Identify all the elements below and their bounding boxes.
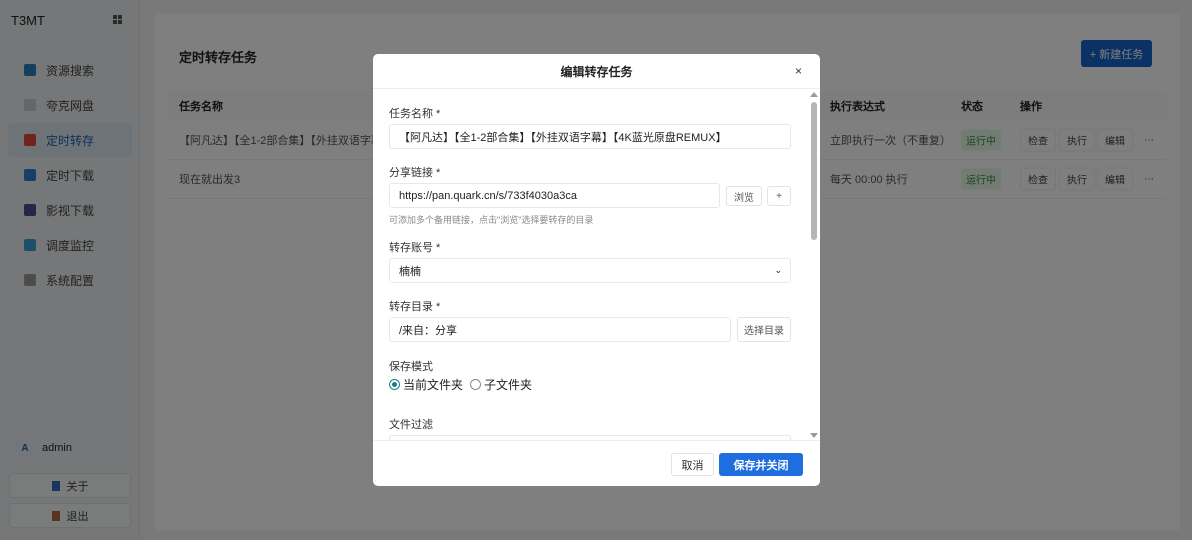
- scroll-down-icon[interactable]: [810, 433, 818, 438]
- browse-button[interactable]: 浏览: [726, 186, 762, 206]
- add-link-button[interactable]: +: [767, 186, 791, 206]
- dir-label: 转存目录 *: [389, 301, 441, 313]
- modal-title: 编辑转存任务: [373, 54, 820, 89]
- modal-scrollbar[interactable]: [810, 90, 818, 440]
- scroll-thumb[interactable]: [811, 102, 817, 240]
- radio-unchecked-icon: [470, 379, 481, 390]
- mode-current-radio[interactable]: 当前文件夹: [389, 376, 463, 393]
- modal-footer: 取消 保存并关闭: [373, 440, 820, 486]
- mode-sub-label: 子文件夹: [484, 378, 533, 392]
- modal-body: 任务名称 * 【阿凡达】【全1-2部合集】【外挂双语字幕】【4K蓝光原盘REMU…: [373, 90, 820, 440]
- cancel-button[interactable]: 取消: [671, 453, 714, 476]
- share-link-input[interactable]: https://pan.quark.cn/s/733f4030a3ca: [389, 183, 720, 208]
- chevron-down-icon: ⌄: [774, 265, 782, 275]
- filter-label: 文件过滤: [389, 419, 433, 431]
- mode-sub-radio[interactable]: 子文件夹: [470, 376, 532, 393]
- account-value: 楠楠: [399, 265, 421, 278]
- edit-task-modal: 编辑转存任务 × 任务名称 * 【阿凡达】【全1-2部合集】【外挂双语字幕】【4…: [373, 54, 820, 486]
- share-link-label: 分享链接 *: [389, 167, 441, 179]
- close-icon[interactable]: ×: [795, 64, 802, 78]
- task-name-label: 任务名称 *: [389, 108, 441, 120]
- account-label: 转存账号 *: [389, 242, 441, 254]
- save-close-button[interactable]: 保存并关闭: [719, 453, 803, 476]
- account-select[interactable]: 楠楠 ⌄: [389, 258, 791, 283]
- task-name-input[interactable]: 【阿凡达】【全1-2部合集】【外挂双语字幕】【4K蓝光原盘REMUX】: [389, 124, 791, 149]
- choose-dir-button[interactable]: 选择目录: [737, 317, 791, 342]
- share-hint: 可添加多个备用链接，点击"浏览"选择要转存的目录: [389, 215, 594, 225]
- scroll-up-icon[interactable]: [810, 92, 818, 97]
- mode-label: 保存模式: [389, 361, 433, 373]
- mode-current-label: 当前文件夹: [403, 378, 464, 392]
- radio-checked-icon: [389, 379, 400, 390]
- dir-input[interactable]: /来自：分享: [389, 317, 731, 342]
